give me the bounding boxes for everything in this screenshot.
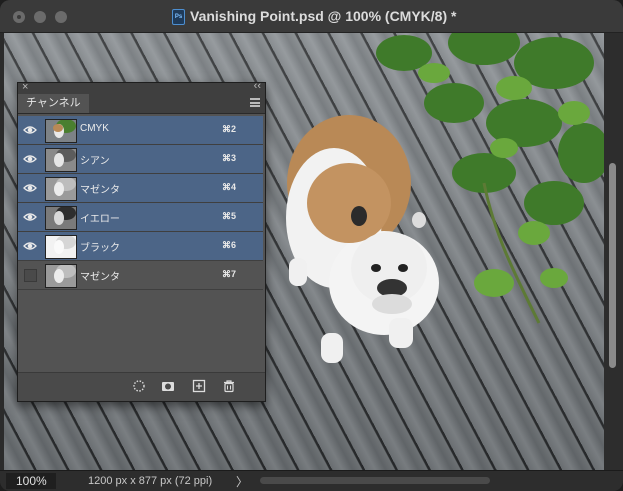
panel-close-icon[interactable]: ×	[22, 81, 28, 93]
channel-name: CMYK	[80, 123, 109, 134]
channel-row-cmyk[interactable]: CMYK ⌘2	[18, 116, 263, 145]
channels-panel: × ‹‹ チャンネル CMYK ⌘2 シアン ⌘3 マゼンタ ⌘4 イエロー ⌘…	[17, 80, 266, 402]
channel-row-black[interactable]: ブラック ⌘6	[18, 232, 263, 261]
eye-icon[interactable]	[23, 181, 37, 195]
zoom-field[interactable]: 100%	[6, 473, 56, 489]
window-title: Vanishing Point.psd @ 100% (CMYK/8) *	[190, 8, 457, 24]
dotted-circle-icon[interactable]	[132, 379, 146, 393]
bulldog-image	[286, 115, 439, 363]
channel-shortcut: ⌘4	[221, 182, 236, 192]
panel-header-bar[interactable]: × ‹‹	[18, 80, 265, 94]
channel-thumbnail	[45, 264, 77, 288]
zoom-window-button[interactable]	[55, 11, 67, 23]
status-menu-arrow[interactable]: 〉	[236, 473, 248, 490]
mask-icon[interactable]	[161, 379, 175, 393]
channel-shortcut: ⌘5	[221, 211, 236, 221]
channel-shortcut: ⌘7	[221, 269, 236, 279]
status-bar: 100% 1200 px x 877 px (72 ppi) 〉	[0, 470, 623, 491]
channel-name: マゼンタ	[80, 185, 120, 196]
channel-shortcut: ⌘6	[221, 240, 236, 250]
channel-thumbnail	[45, 119, 77, 143]
horizontal-scroll-thumb[interactable]	[260, 477, 490, 484]
panel-menu-icon[interactable]	[250, 98, 260, 107]
channel-shortcut: ⌘2	[221, 124, 236, 134]
tab-channels[interactable]: チャンネル	[18, 94, 89, 113]
title-bar[interactable]: Ps Vanishing Point.psd @ 100% (CMYK/8) *	[0, 0, 623, 33]
channel-name: シアン	[80, 156, 110, 167]
channel-shortcut: ⌘3	[221, 153, 236, 163]
eye-icon[interactable]	[23, 123, 37, 137]
new-channel-icon[interactable]	[192, 379, 206, 393]
channel-row-magenta[interactable]: マゼンタ ⌘4	[18, 174, 263, 203]
channel-thumbnail	[45, 177, 77, 201]
channel-thumbnail	[45, 148, 77, 172]
channel-name: マゼンタ	[80, 272, 120, 283]
visibility-toggle[interactable]	[24, 269, 37, 282]
minimize-window-button[interactable]	[34, 11, 46, 23]
eye-icon[interactable]	[23, 152, 37, 166]
document-info[interactable]: 1200 px x 877 px (72 ppi)	[88, 475, 212, 487]
close-window-button[interactable]	[13, 11, 25, 23]
channel-name: ブラック	[80, 243, 120, 254]
channel-name: イエロー	[80, 214, 120, 225]
channel-row-cyan[interactable]: シアン ⌘3	[18, 145, 263, 174]
eye-icon[interactable]	[23, 210, 37, 224]
trash-icon[interactable]	[222, 379, 236, 393]
photoshop-window: Ps Vanishing Point.psd @ 100% (CMYK/8) *	[0, 0, 623, 491]
panel-footer	[18, 372, 265, 401]
eye-icon[interactable]	[23, 239, 37, 253]
channel-row-magenta-copy[interactable]: マゼンタ ⌘7	[18, 261, 263, 290]
channel-thumbnail	[45, 235, 77, 259]
channel-row-yellow[interactable]: イエロー ⌘5	[18, 203, 263, 232]
channel-thumbnail	[45, 206, 77, 230]
channel-list: CMYK ⌘2 シアン ⌘3 マゼンタ ⌘4 イエロー ⌘5 ブラック ⌘6 マ…	[18, 116, 263, 290]
psd-file-icon: Ps	[172, 9, 185, 25]
vertical-scroll-thumb[interactable]	[609, 163, 616, 368]
vertical-scrollbar[interactable]	[604, 33, 623, 470]
panel-tab-bar: チャンネル	[18, 94, 265, 114]
panel-collapse-icon[interactable]: ‹‹	[254, 80, 261, 92]
